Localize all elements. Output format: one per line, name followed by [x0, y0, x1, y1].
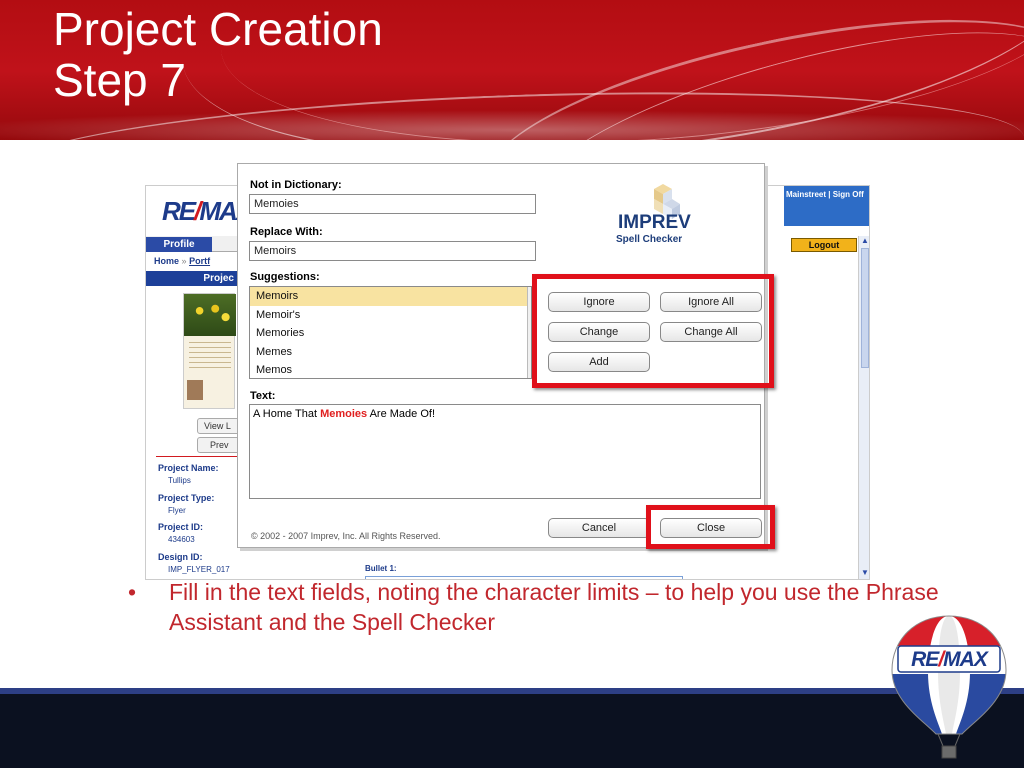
imprev-logo: IMPREV Spell Checker — [608, 182, 708, 252]
top-right-links[interactable]: Mainstreet | Sign Off — [784, 186, 869, 226]
project-section-header: Projec — [146, 271, 238, 286]
text-before: A Home That — [253, 408, 321, 420]
highlight-action-buttons — [532, 274, 774, 388]
suggestions-label: Suggestions: — [250, 271, 320, 283]
scrollbar-thumb[interactable] — [861, 248, 869, 368]
project-id-label: Project ID: — [158, 522, 204, 532]
slide: Project Creation Step 7 RE/MAX Profile H… — [0, 0, 1024, 768]
remax-balloon-logo: RE/MAX — [891, 615, 1007, 759]
text-area[interactable]: A Home That Memoies Are Made Of! — [249, 404, 761, 499]
breadcrumb-separator: » — [181, 256, 187, 266]
balloon-logo-right: MAX — [943, 648, 990, 671]
project-type-value: Flyer — [168, 506, 186, 515]
slide-header: Project Creation Step 7 — [0, 0, 1024, 158]
not-in-dictionary-label: Not in Dictionary: — [250, 179, 342, 191]
design-id-label: Design ID: — [158, 552, 203, 562]
list-item[interactable]: Memos — [250, 361, 531, 378]
list-item[interactable]: Memoirs — [250, 287, 531, 306]
logout-button[interactable]: Logout — [791, 238, 857, 252]
breadcrumb-home[interactable]: Home — [154, 256, 179, 266]
svg-text:RE/MAX: RE/MAX — [911, 648, 990, 671]
project-name-label: Project Name: — [158, 463, 219, 473]
list-item[interactable]: Memes — [250, 343, 531, 362]
bullet-1-label: Bullet 1: — [365, 564, 397, 573]
remax-logo-left: RE — [162, 196, 196, 226]
breadcrumb: Home » Portf — [154, 256, 210, 266]
project-thumbnail[interactable] — [183, 293, 236, 409]
scroll-down-icon[interactable]: ▼ — [861, 568, 869, 577]
agent-photo — [187, 380, 203, 400]
imprev-brand-sub: Spell Checker — [616, 234, 683, 245]
project-name-value: Tullips — [168, 476, 191, 485]
replace-with-label: Replace With: — [250, 226, 323, 238]
not-in-dictionary-field[interactable]: Memoies — [249, 194, 536, 214]
replace-with-field[interactable]: Memoirs — [249, 241, 536, 261]
page-scrollbar[interactable]: ▲ ▼ — [858, 236, 869, 579]
project-type-label: Project Type: — [158, 493, 215, 503]
cancel-button[interactable]: Cancel — [548, 518, 650, 538]
list-item[interactable]: Memories — [250, 324, 531, 343]
view-button[interactable]: View L — [197, 418, 242, 434]
project-id-value: 434603 — [168, 535, 195, 544]
copyright-text: © 2002 - 2007 Imprev, Inc. All Rights Re… — [251, 531, 441, 541]
misspelled-word: Memoies — [320, 408, 368, 420]
text-label: Text: — [250, 390, 276, 402]
thumbnail-text-lines — [189, 342, 231, 372]
header-bottom-band — [0, 140, 1024, 158]
divider — [156, 456, 238, 457]
bullet-marker: • — [128, 579, 137, 605]
balloon-logo-left: RE — [911, 648, 940, 671]
tulips-image — [184, 294, 236, 336]
slide-title-line1: Project Creation — [53, 3, 383, 55]
bullet-text: Fill in the text fields, noting the char… — [169, 579, 939, 635]
text-after: Are Made Of! — [367, 408, 436, 420]
list-item[interactable]: Memoir's — [250, 306, 531, 325]
slide-footer — [0, 688, 1024, 768]
preview-button[interactable]: Prev — [197, 437, 242, 453]
tab-profile[interactable]: Profile — [146, 237, 212, 252]
footer-stripe — [0, 688, 1024, 694]
breadcrumb-portfolio[interactable]: Portf — [189, 256, 210, 266]
design-id-value: IMP_FLYER_017 — [168, 565, 230, 574]
slide-title: Project Creation Step 7 — [53, 4, 383, 106]
suggestions-list[interactable]: Memoirs Memoir's Memories Memes Memos ▲ … — [249, 286, 532, 379]
scroll-up-icon[interactable]: ▲ — [861, 236, 869, 245]
slide-title-line2: Step 7 — [53, 54, 186, 106]
highlight-close-button — [646, 505, 775, 549]
imprev-brand-name: IMPREV — [618, 212, 691, 233]
